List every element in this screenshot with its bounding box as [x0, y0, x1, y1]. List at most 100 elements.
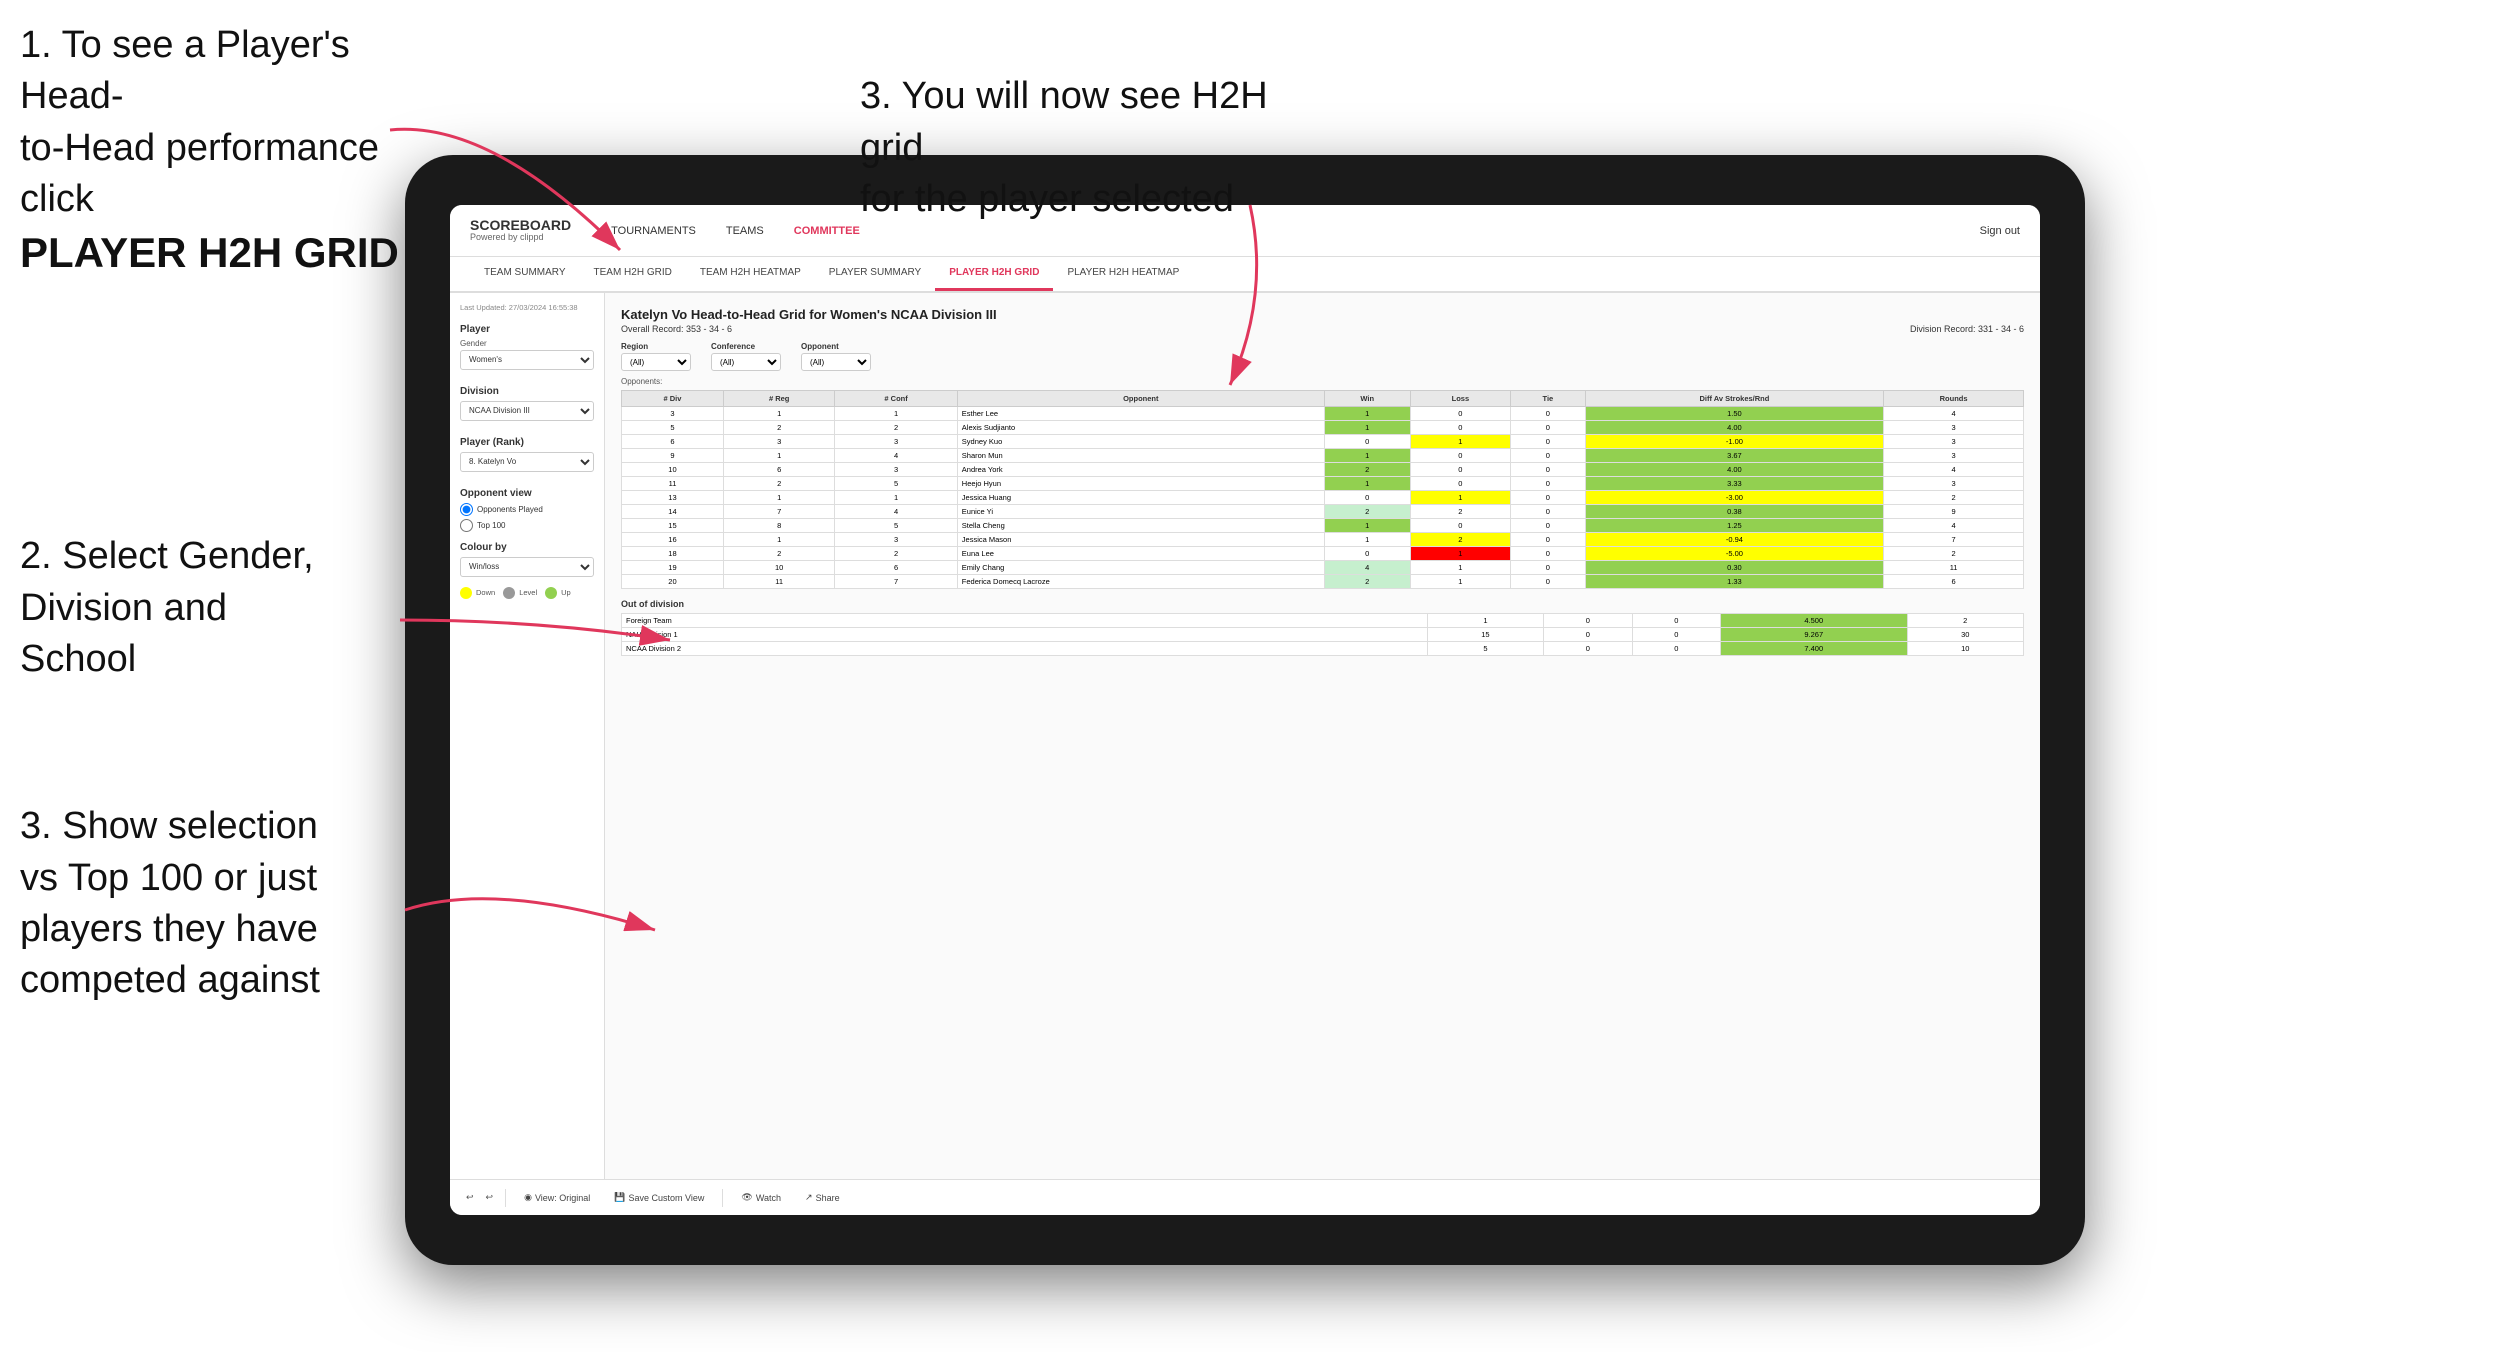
- conference-select[interactable]: (All): [711, 353, 781, 371]
- out-of-division-title: Out of division: [621, 599, 2024, 609]
- radio-opponents-played[interactable]: Opponents Played: [460, 503, 594, 516]
- tablet-device: SCOREBOARD Powered by clippd TOURNAMENTS…: [405, 155, 2085, 1265]
- data-area: Katelyn Vo Head-to-Head Grid for Women's…: [605, 293, 2040, 1179]
- filter-section: Region (All) Conference (All) Opponent: [621, 342, 2024, 371]
- tablet-screen: SCOREBOARD Powered by clippd TOURNAMENTS…: [450, 205, 2040, 1215]
- redo-icon[interactable]: ↩: [486, 1192, 494, 1203]
- record-row: Overall Record: 353 - 34 - 6 Division Re…: [621, 324, 2024, 334]
- watch-icon: 👁: [741, 1192, 752, 1203]
- subnav-team-h2h-grid[interactable]: TEAM H2H GRID: [580, 257, 686, 291]
- dot-down: [460, 587, 472, 599]
- save-custom-btn[interactable]: 💾 Save Custom View: [608, 1190, 710, 1205]
- view-icon: ◉: [524, 1192, 532, 1203]
- view-original-btn[interactable]: ◉ View: Original: [518, 1190, 596, 1205]
- ood-table-row: NAIA Division 1 15 0 0 9.267 30: [622, 628, 2024, 642]
- gender-select[interactable]: Women's: [460, 350, 594, 370]
- th-loss: Loss: [1410, 391, 1510, 407]
- nav-committee[interactable]: COMMITTEE: [794, 225, 860, 237]
- table-row: 11 2 5 Heejo Hyun 1 0 0 3.33 3: [622, 477, 2024, 491]
- th-div: # Div: [622, 391, 724, 407]
- th-win: Win: [1324, 391, 1410, 407]
- legend-up: Up: [545, 587, 571, 599]
- table-row: 3 1 1 Esther Lee 1 0 0 1.50 4: [622, 407, 2024, 421]
- nav-logo: SCOREBOARD Powered by clippd: [470, 218, 571, 243]
- legend-down: Down: [460, 587, 495, 599]
- bottom-toolbar: ↩ ↩ ◉ View: Original 💾 Save Custom View …: [450, 1179, 2040, 1215]
- table-row: 5 2 2 Alexis Sudjianto 1 0 0 4.00 3: [622, 421, 2024, 435]
- main-content: Last Updated: 27/03/2024 16:55:38 Player…: [450, 293, 2040, 1179]
- sign-out[interactable]: Sign out: [1980, 225, 2020, 237]
- last-updated: Last Updated: 27/03/2024 16:55:38: [460, 303, 594, 314]
- toolbar-sep-1: [505, 1189, 506, 1207]
- save-icon: 💾: [614, 1192, 625, 1203]
- colour-section: Colour by Win/loss Down Level: [460, 542, 594, 599]
- opponent-filter: Opponent (All): [801, 342, 871, 371]
- ood-table-row: Foreign Team 1 0 0 4.500 2: [622, 614, 2024, 628]
- th-conf: # Conf: [835, 391, 957, 407]
- undo-icon[interactable]: ↩: [466, 1192, 474, 1203]
- th-opponent: Opponent: [957, 391, 1324, 407]
- instruction-top-left: 1. To see a Player's Head- to-Head perfo…: [20, 20, 400, 282]
- table-row: 19 10 6 Emily Chang 4 1 0 0.30 11: [622, 561, 2024, 575]
- table-row: 6 3 3 Sydney Kuo 0 1 0 -1.00 3: [622, 435, 2024, 449]
- table-row: 18 2 2 Euna Lee 0 1 0 -5.00 2: [622, 547, 2024, 561]
- table-row: 10 6 3 Andrea York 2 0 0 4.00 4: [622, 463, 2024, 477]
- th-reg: # Reg: [723, 391, 834, 407]
- table-row: 9 1 4 Sharon Mun 1 0 0 3.67 3: [622, 449, 2024, 463]
- instruction-top-right: 3. You will now see H2H grid for the pla…: [860, 20, 1340, 225]
- division-select[interactable]: NCAA Division III: [460, 401, 594, 421]
- out-of-division-table: Foreign Team 1 0 0 4.500 2 NAIA Division…: [621, 613, 2024, 656]
- sub-nav: TEAM SUMMARY TEAM H2H GRID TEAM H2H HEAT…: [450, 257, 2040, 293]
- radio-top100[interactable]: Top 100: [460, 519, 594, 532]
- region-select[interactable]: (All): [621, 353, 691, 371]
- th-diff: Diff Av Strokes/Rnd: [1585, 391, 1884, 407]
- table-row: 13 1 1 Jessica Huang 0 1 0 -3.00 2: [622, 491, 2024, 505]
- player-rank-select[interactable]: 8. Katelyn Vo: [460, 452, 594, 472]
- watch-btn[interactable]: 👁 Watch: [735, 1190, 787, 1205]
- opponent-radio-group: Opponents Played Top 100: [460, 503, 594, 532]
- gender-label: Gender: [460, 339, 594, 348]
- opponent-view: Opponent view Opponents Played Top 100: [460, 488, 594, 532]
- instruction-bottom-left: 3. Show selection vs Top 100 or just pla…: [20, 750, 320, 1006]
- subnav-team-h2h-heatmap[interactable]: TEAM H2H HEATMAP: [686, 257, 815, 291]
- subnav-player-summary[interactable]: PLAYER SUMMARY: [815, 257, 935, 291]
- nav-teams[interactable]: TEAMS: [726, 225, 764, 237]
- legend-level: Level: [503, 587, 537, 599]
- overall-record: Overall Record: 353 - 34 - 6: [621, 324, 732, 334]
- ood-table-row: NCAA Division 2 5 0 0 7.400 10: [622, 642, 2024, 656]
- th-tie: Tie: [1511, 391, 1586, 407]
- instruction-mid-left: 2. Select Gender, Division and School: [20, 480, 314, 685]
- th-rounds: Rounds: [1884, 391, 2024, 407]
- nav-links: TOURNAMENTS TEAMS COMMITTEE: [611, 225, 1980, 237]
- opponent-select[interactable]: (All): [801, 353, 871, 371]
- colour-label: Colour by: [460, 542, 594, 553]
- nav-tournaments[interactable]: TOURNAMENTS: [611, 225, 696, 237]
- share-btn[interactable]: ↗ Share: [799, 1190, 846, 1205]
- region-filter: Region (All): [621, 342, 691, 371]
- logo-text: SCOREBOARD: [470, 218, 571, 233]
- sidebar: Last Updated: 27/03/2024 16:55:38 Player…: [450, 293, 605, 1179]
- colour-legend: Down Level Up: [460, 587, 594, 599]
- h2h-title: Katelyn Vo Head-to-Head Grid for Women's…: [621, 307, 2024, 322]
- subnav-player-h2h-heatmap[interactable]: PLAYER H2H HEATMAP: [1053, 257, 1193, 291]
- player-section-title: Player: [460, 324, 594, 335]
- dot-level: [503, 587, 515, 599]
- table-row: 15 8 5 Stella Cheng 1 0 0 1.25 4: [622, 519, 2024, 533]
- colour-select[interactable]: Win/loss: [460, 557, 594, 577]
- h2h-table: # Div # Reg # Conf Opponent Win Loss Tie…: [621, 390, 2024, 589]
- table-row: 20 11 7 Federica Domecq Lacroze 2 1 0 1.…: [622, 575, 2024, 589]
- subnav-player-h2h-grid[interactable]: PLAYER H2H GRID: [935, 257, 1053, 291]
- table-row: 14 7 4 Eunice Yi 2 2 0 0.38 9: [622, 505, 2024, 519]
- logo-sub: Powered by clippd: [470, 233, 571, 243]
- conference-filter: Conference (All): [711, 342, 781, 371]
- player-rank-label: Player (Rank): [460, 437, 594, 448]
- division-record: Division Record: 331 - 34 - 6: [1910, 324, 2024, 334]
- opponents-label: Opponents:: [621, 377, 2024, 386]
- table-row: 16 1 3 Jessica Mason 1 2 0 -0.94 7: [622, 533, 2024, 547]
- subnav-team-summary[interactable]: TEAM SUMMARY: [470, 257, 580, 291]
- toolbar-sep-2: [722, 1189, 723, 1207]
- opponent-view-label: Opponent view: [460, 488, 594, 499]
- dot-up: [545, 587, 557, 599]
- division-label: Division: [460, 386, 594, 397]
- share-icon: ↗: [805, 1192, 813, 1203]
